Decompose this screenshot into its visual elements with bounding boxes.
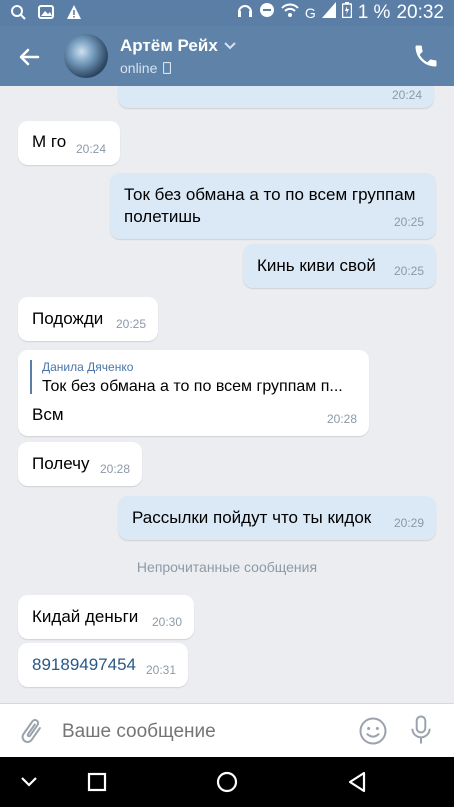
voice-message-button[interactable] bbox=[406, 714, 436, 746]
mobile-device-icon bbox=[163, 62, 172, 74]
gallery-icon bbox=[38, 4, 54, 20]
message-list[interactable]: 20:24 М го 20:24 Ток без обмана а то по … bbox=[0, 86, 454, 703]
battery-percent: 1 % bbox=[357, 2, 391, 23]
message-outgoing[interactable]: 20:24 bbox=[118, 86, 434, 108]
search-app-icon bbox=[10, 4, 26, 20]
network-type: G bbox=[304, 5, 316, 21]
message-text: Кинь киви свой bbox=[257, 256, 376, 275]
message-incoming-reply[interactable]: Данила Дяченко Ток без обмана а то по вс… bbox=[18, 350, 369, 436]
back-button[interactable] bbox=[14, 42, 44, 72]
message-text: Полечу bbox=[32, 454, 90, 473]
message-time: 20:24 bbox=[76, 142, 107, 156]
system-status: G 1 % 20:32 bbox=[237, 2, 444, 24]
reply-bar bbox=[30, 360, 32, 394]
message-outgoing[interactable]: Кинь киви свой 20:25 bbox=[243, 244, 436, 288]
phone-number-link[interactable]: 89189497454 bbox=[32, 654, 136, 676]
message-incoming[interactable]: 89189497454 20:31 bbox=[18, 643, 188, 687]
message-composer bbox=[0, 703, 454, 758]
message-incoming[interactable]: М го 20:24 bbox=[18, 121, 120, 165]
message-text: Подожди bbox=[32, 309, 104, 328]
square-icon bbox=[87, 772, 107, 792]
triangle-back-icon bbox=[348, 771, 366, 793]
unread-divider-label: Непрочитанные сообщения bbox=[136, 559, 318, 575]
reply-author: Данила Дяченко bbox=[42, 360, 134, 374]
message-outgoing[interactable]: Рассылки пойдут что ты кидок 20:29 bbox=[118, 496, 436, 540]
message-input[interactable] bbox=[60, 714, 354, 750]
message-text: Кидай деньги bbox=[32, 607, 139, 626]
notification-icons bbox=[10, 4, 82, 20]
signal-icon bbox=[321, 2, 336, 24]
attach-button[interactable] bbox=[16, 716, 46, 746]
chat-header: Артём Рейх online bbox=[0, 26, 454, 86]
message-outgoing[interactable]: Ток без обмана а то по всем группам поле… bbox=[110, 173, 436, 239]
smile-icon bbox=[359, 717, 387, 745]
message-time: 20:24 bbox=[391, 88, 422, 102]
online-status-label: online bbox=[120, 60, 158, 76]
online-status: online bbox=[120, 60, 172, 76]
message-time: 20:25 bbox=[393, 215, 424, 229]
do-not-disturb-icon bbox=[259, 2, 275, 24]
battery-icon bbox=[341, 2, 352, 24]
wifi-icon bbox=[281, 2, 299, 24]
message-time: 20:30 bbox=[151, 615, 182, 629]
contact-name-label: Артём Рейх bbox=[120, 36, 218, 55]
status-bar: G 1 % 20:32 bbox=[0, 0, 454, 26]
hide-keyboard-button[interactable] bbox=[14, 767, 44, 797]
unread-divider: Непрочитанные сообщения bbox=[0, 556, 454, 580]
microphone-icon bbox=[411, 715, 431, 744]
message-incoming[interactable]: Подожди 20:25 bbox=[18, 297, 158, 341]
recents-button[interactable] bbox=[82, 767, 112, 797]
contact-name[interactable]: Артём Рейх bbox=[120, 36, 236, 56]
message-text: М го bbox=[32, 132, 67, 151]
message-time: 20:31 bbox=[145, 663, 176, 677]
home-button[interactable] bbox=[212, 767, 242, 797]
clock: 20:32 bbox=[396, 2, 444, 23]
headphones-icon bbox=[237, 2, 253, 24]
chevron-down-icon bbox=[21, 777, 37, 787]
warning-icon bbox=[66, 4, 82, 20]
message-time: 20:25 bbox=[115, 317, 146, 331]
message-time: 20:28 bbox=[99, 462, 130, 476]
emoji-button[interactable] bbox=[358, 716, 388, 746]
reply-quote: Ток без обмана а то по всем группам п... bbox=[42, 378, 343, 395]
message-text: Ток без обмана а то по всем группам поле… bbox=[124, 185, 416, 226]
call-button[interactable] bbox=[412, 42, 440, 70]
chevron-down-icon bbox=[224, 42, 236, 50]
circle-icon bbox=[216, 771, 238, 793]
phone-icon bbox=[415, 45, 437, 67]
message-time: 20:25 bbox=[393, 264, 424, 278]
message-incoming[interactable]: Кидай деньги 20:30 bbox=[18, 595, 194, 639]
message-text: Всм bbox=[32, 405, 64, 424]
paperclip-icon bbox=[21, 719, 41, 743]
system-navigation-bar bbox=[0, 757, 454, 807]
message-time: 20:29 bbox=[393, 516, 424, 530]
arrow-left-icon bbox=[19, 48, 40, 66]
avatar[interactable] bbox=[64, 34, 108, 78]
message-text: Рассылки пойдут что ты кидок bbox=[132, 508, 372, 527]
message-incoming[interactable]: Полечу 20:28 bbox=[18, 442, 142, 486]
message-time: 20:28 bbox=[326, 412, 357, 426]
back-nav-button[interactable] bbox=[342, 767, 372, 797]
